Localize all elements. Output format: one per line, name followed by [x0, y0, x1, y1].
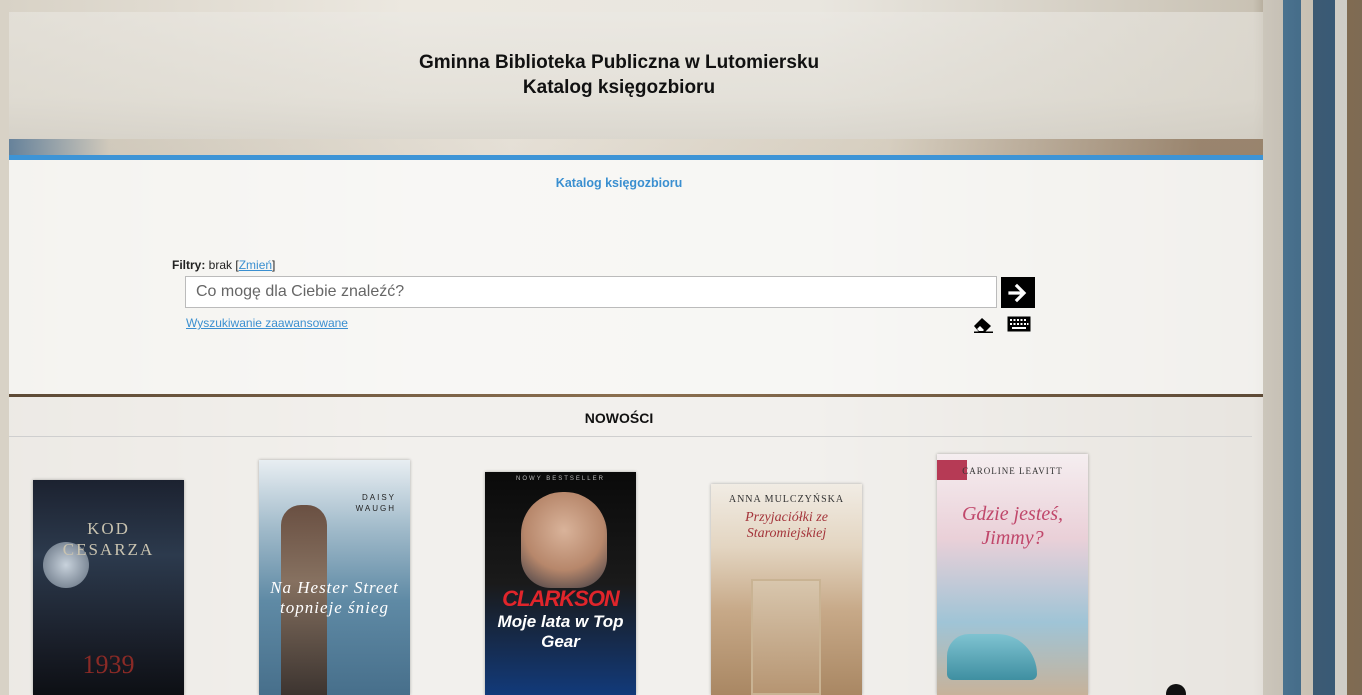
news-section: NOWOŚCI KOD CESARZA 1939 DAISY WAUGH Na … — [9, 397, 1263, 695]
cover-art — [947, 634, 1037, 680]
book-cover[interactable]: NOWY BESTSELLER CLARKSON Moje lata w Top… — [485, 472, 636, 695]
book-author: CAROLINE LEAVITT — [962, 466, 1063, 476]
library-name: Gminna Biblioteka Publiczna w Lutomiersk… — [418, 52, 820, 73]
news-heading: NOWOŚCI — [584, 410, 654, 426]
book-title: Na Hester Street topnieje śnieg — [270, 578, 399, 617]
advanced-search-link[interactable]: Wyszukiwanie zaawansowane — [186, 316, 348, 330]
background-bookshelf — [1263, 0, 1362, 695]
book-number: 1939 — [82, 650, 135, 679]
search-input[interactable] — [185, 276, 997, 308]
filters-line: Filtry: brak [Zmień] — [172, 258, 276, 272]
book-title: KOD CESARZA — [62, 519, 155, 559]
filters-label: Filtry: — [172, 258, 206, 272]
cover-art — [751, 579, 821, 695]
site-header: Gminna Biblioteka Publiczna w Lutomiersk… — [9, 12, 1263, 155]
filters-value: brak — [205, 258, 236, 272]
book-cover[interactable]: ANNA MULCZYŃSKA Przyjaciółki ze Staromie… — [711, 484, 862, 695]
filters-change-link[interactable]: Zmień — [239, 258, 272, 272]
eraser-icon[interactable] — [972, 315, 994, 333]
book-cover[interactable]: CAROLINE LEAVITT Gdzie jesteś, Jimmy? — [937, 454, 1088, 695]
search-panel: Katalog księgozbioru Filtry: brak [Zmień… — [9, 160, 1263, 394]
arrow-right-icon — [1008, 283, 1027, 302]
book-subtitle: Moje lata w Top Gear — [497, 612, 624, 651]
book-author: DAISY WAUGH — [355, 493, 396, 513]
news-divider — [9, 436, 1252, 437]
search-submit-button[interactable] — [1001, 277, 1035, 308]
book-title: CLARKSON — [502, 586, 620, 611]
breadcrumb-catalog[interactable]: Katalog księgozbioru — [9, 176, 1229, 190]
book-title: Przyjaciółki ze Staromiejskiej — [745, 510, 828, 541]
book-cover[interactable]: KOD CESARZA 1939 — [33, 480, 184, 695]
book-author: ANNA MULCZYŃSKA — [728, 494, 845, 505]
header-shelf-strip — [9, 139, 1263, 155]
book-tagline: NOWY BESTSELLER — [516, 476, 605, 482]
keyboard-icon[interactable] — [1007, 316, 1031, 332]
book-title: Gdzie jesteś, Jimmy? — [961, 503, 1064, 549]
page: Gminna Biblioteka Publiczna w Lutomiersk… — [9, 12, 1263, 695]
catalog-subtitle: Katalog księgozbioru — [522, 77, 716, 98]
site-title: Gminna Biblioteka Publiczna w Lutomiersk… — [9, 50, 1229, 100]
book-cover[interactable]: DAISY WAUGH Na Hester Street topnieje śn… — [259, 460, 410, 695]
cover-art — [521, 492, 607, 588]
